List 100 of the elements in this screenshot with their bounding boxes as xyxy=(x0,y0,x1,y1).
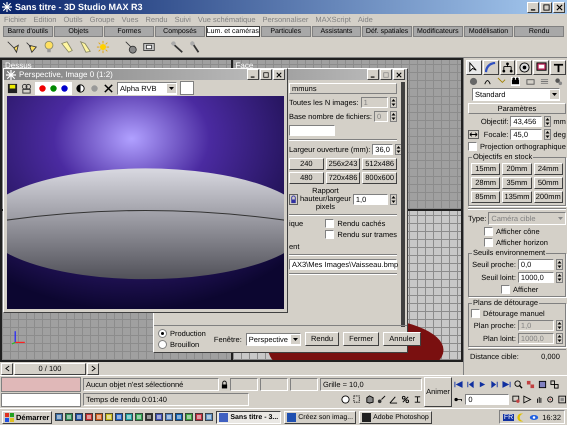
listener-field[interactable] xyxy=(1,392,81,407)
viewport-label: Dessus xyxy=(5,61,32,70)
status-cell xyxy=(260,378,288,391)
close-button[interactable] xyxy=(553,2,565,12)
text-field[interactable] xyxy=(289,125,335,136)
maximize-button[interactable] xyxy=(380,69,392,80)
spinner-arrows-icon[interactable] xyxy=(390,97,397,108)
previous-key-icon[interactable] xyxy=(466,380,475,388)
play-icon[interactable] xyxy=(478,380,487,388)
spotlight-icon[interactable] xyxy=(24,40,38,54)
spinner-arrows-icon[interactable] xyxy=(544,116,552,127)
light-beam-icon[interactable] xyxy=(78,40,92,54)
orbit-icon[interactable] xyxy=(546,394,555,404)
color-swatch[interactable] xyxy=(180,81,194,95)
wheel-icon xyxy=(518,62,530,73)
spinner-arrows-icon[interactable] xyxy=(390,194,397,204)
next-frame-button[interactable] xyxy=(87,362,99,374)
contrast-icon[interactable] xyxy=(75,82,86,94)
go-to-end-icon[interactable] xyxy=(502,380,511,388)
angle-snap-icon[interactable] xyxy=(389,395,398,404)
app-icon xyxy=(362,412,372,422)
lock-icon[interactable] xyxy=(289,194,298,204)
zoom-extents-icon[interactable] xyxy=(538,380,547,388)
minimize-button[interactable] xyxy=(247,69,259,80)
spinner-arrows-icon[interactable] xyxy=(556,259,563,270)
maximize-icon xyxy=(542,4,550,10)
spinner-arrows-icon[interactable] xyxy=(556,333,563,344)
maximize-button[interactable] xyxy=(540,2,552,12)
monitor-icon xyxy=(536,62,547,73)
go-to-start-icon[interactable] xyxy=(454,380,463,388)
close-button[interactable] xyxy=(393,69,405,80)
close-icon xyxy=(276,72,282,78)
create-tab[interactable] xyxy=(466,60,482,75)
checkbox[interactable] xyxy=(484,227,493,236)
maximize-viewport-icon[interactable] xyxy=(558,394,566,404)
app-icon xyxy=(219,412,228,422)
clear-icon[interactable] xyxy=(103,82,114,94)
checkbox[interactable] xyxy=(501,285,510,294)
systems-icon[interactable] xyxy=(554,77,564,86)
sphere-icon[interactable] xyxy=(341,395,350,404)
time-config-icon[interactable] xyxy=(512,394,520,404)
hierarchy-icon xyxy=(502,62,514,73)
spinner-snap-icon[interactable] xyxy=(413,395,422,404)
spinner-arrows-icon[interactable] xyxy=(394,144,402,155)
shape-icon[interactable] xyxy=(482,77,492,86)
lock-icon[interactable] xyxy=(221,380,228,389)
camera-icon[interactable] xyxy=(142,40,156,54)
listener-field[interactable] xyxy=(1,377,81,392)
cursor-icon xyxy=(468,62,480,73)
selection-icon[interactable] xyxy=(353,395,362,404)
clone-icon[interactable] xyxy=(21,82,32,94)
snap-icon[interactable] xyxy=(377,395,386,404)
checkbox[interactable] xyxy=(484,238,493,247)
status-cell xyxy=(290,378,318,391)
radio-button[interactable] xyxy=(158,329,167,338)
helper-icon[interactable] xyxy=(526,77,535,86)
windows-flag-icon xyxy=(5,412,14,422)
zoom-extents-all-icon[interactable] xyxy=(550,380,559,388)
spinner-arrows-icon[interactable] xyxy=(544,129,552,140)
radio-button[interactable] xyxy=(158,340,167,349)
field-of-view-icon[interactable] xyxy=(523,394,532,404)
cube-icon[interactable] xyxy=(365,395,374,404)
wand-icon[interactable] xyxy=(188,40,202,54)
spinner-arrows-icon[interactable] xyxy=(556,320,563,331)
eye-icon[interactable] xyxy=(529,412,540,422)
wand-icon[interactable] xyxy=(170,40,184,54)
dropdown-arrow-icon xyxy=(550,90,559,99)
maximize-button[interactable] xyxy=(260,69,272,80)
checkbox[interactable] xyxy=(325,219,334,228)
save-icon[interactable] xyxy=(7,82,18,94)
camera-icon[interactable] xyxy=(511,77,520,86)
hammer-icon xyxy=(552,62,564,73)
spinner-arrows-icon[interactable] xyxy=(390,111,397,122)
space-warp-icon[interactable] xyxy=(540,77,550,86)
window-title: Perspective, Image 0 (1:2) xyxy=(19,70,113,79)
dropdown-arrow-icon xyxy=(290,334,300,344)
previous-frame-button[interactable] xyxy=(1,362,13,374)
hierarchy-tab[interactable] xyxy=(500,60,516,75)
zoom-all-icon[interactable] xyxy=(526,380,535,388)
spinner-arrows-icon[interactable] xyxy=(556,272,563,283)
percent-snap-icon[interactable] xyxy=(401,395,410,404)
camera-target-icon[interactable] xyxy=(124,40,138,54)
spotlight-icon[interactable] xyxy=(6,40,20,54)
scrollbar-thumb-icon[interactable] xyxy=(401,82,405,327)
display-tab[interactable] xyxy=(533,60,550,75)
checkbox[interactable] xyxy=(471,309,480,318)
fov-direction-icon[interactable] xyxy=(468,130,479,139)
checkbox[interactable] xyxy=(325,230,334,239)
close-button[interactable] xyxy=(273,69,285,80)
light-beam-icon[interactable] xyxy=(60,40,74,54)
zoom-icon[interactable] xyxy=(514,380,523,388)
curve-tab[interactable] xyxy=(482,60,499,75)
utility-tab[interactable] xyxy=(550,60,566,75)
minimize-button[interactable] xyxy=(367,69,379,80)
minimize-button[interactable] xyxy=(527,2,539,12)
checkbox[interactable] xyxy=(468,142,477,151)
curve-icon xyxy=(485,62,496,73)
next-key-icon[interactable] xyxy=(490,380,499,388)
motion-tab[interactable] xyxy=(516,60,532,75)
app-icon xyxy=(287,412,296,422)
